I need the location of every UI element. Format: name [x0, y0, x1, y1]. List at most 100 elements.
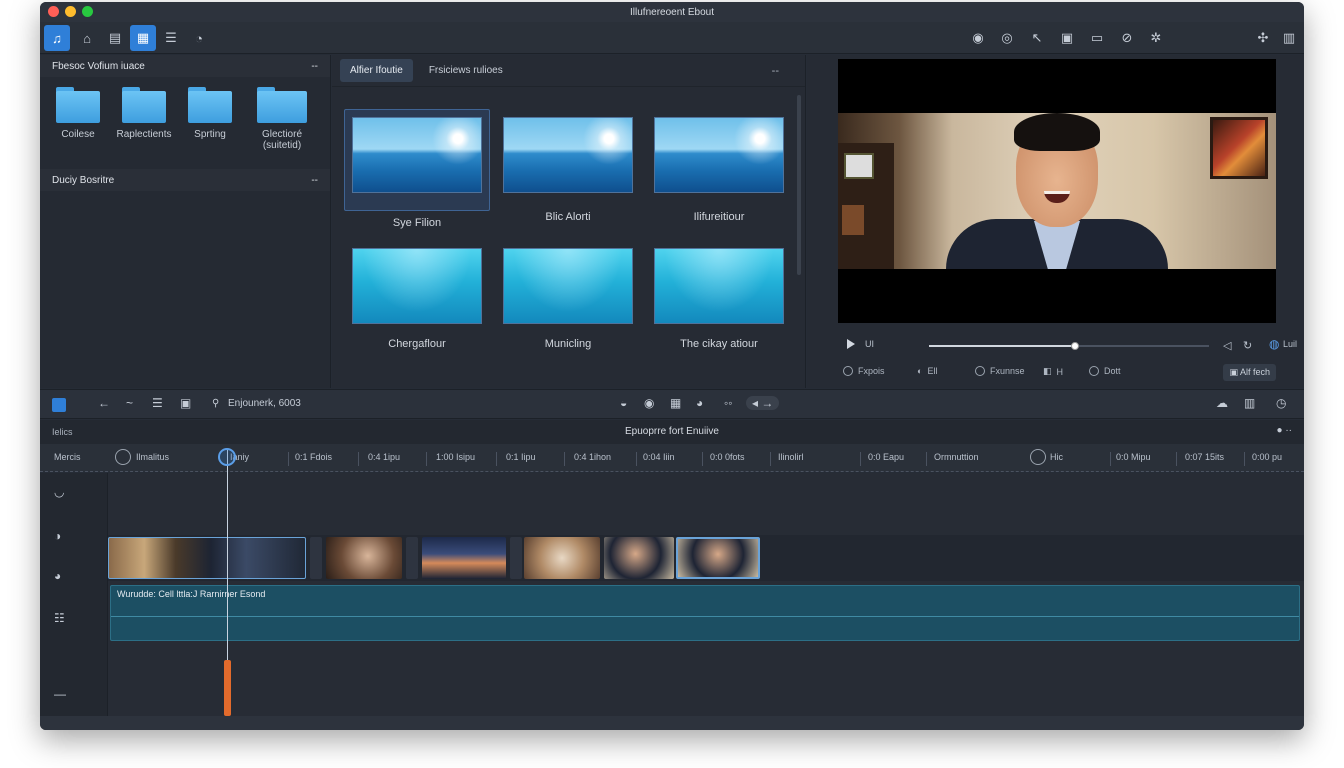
- link-icon[interactable]: ⊘: [1114, 25, 1140, 51]
- video-clip[interactable]: [326, 537, 402, 579]
- window-controls: [48, 6, 93, 17]
- option-misc-2[interactable]: ◧ H: [1043, 366, 1063, 377]
- save-icon[interactable]: ▥: [1244, 396, 1255, 410]
- tab-effects[interactable]: Alfier Ifoutie: [340, 59, 413, 82]
- collapse-icon[interactable]: —: [54, 687, 66, 701]
- folder-item[interactable]: Glectioré (suitetid): [252, 87, 312, 151]
- gear-icon[interactable]: ✲: [1143, 25, 1169, 51]
- loop-icon[interactable]: ◍: [1269, 337, 1279, 351]
- thumbnail-image: [352, 248, 482, 324]
- preview-scrubber[interactable]: [929, 342, 1209, 350]
- video-clip[interactable]: [422, 537, 506, 579]
- globe-icon[interactable]: ◉: [965, 25, 991, 51]
- timeline-info-icon[interactable]: ● ··: [1277, 425, 1292, 436]
- apply-button[interactable]: ▣ Alf fech: [1223, 364, 1276, 381]
- effect-thumbnail[interactable]: Ilifureitiour: [654, 117, 784, 223]
- edit-icon[interactable]: ▣: [1054, 25, 1080, 51]
- library-section-menu-button[interactable]: --: [311, 61, 318, 72]
- list-icon[interactable]: ☰: [158, 25, 184, 51]
- playhead-marker[interactable]: [224, 660, 231, 716]
- zoom-window-button[interactable]: [82, 6, 93, 17]
- timeline-mode-icon[interactable]: [52, 398, 66, 412]
- forward-icon[interactable]: ◂ →: [746, 396, 780, 410]
- timeline-footer: [40, 716, 1304, 730]
- effect-thumbnail[interactable]: Municling: [503, 248, 633, 350]
- close-window-button[interactable]: [48, 6, 59, 17]
- minus-icon[interactable]: ~: [126, 396, 133, 410]
- background-shelf: [838, 143, 894, 269]
- music-icon[interactable]: ♫: [44, 25, 70, 51]
- shapes-icon[interactable]: ⌂: [74, 25, 100, 51]
- refresh-icon[interactable]: ↻: [1243, 339, 1252, 352]
- video-clip[interactable]: [524, 537, 600, 579]
- list-icon[interactable]: ☰: [152, 396, 163, 410]
- effect-thumbnail[interactable]: Sye Filion: [352, 117, 482, 229]
- option-exclude[interactable]: Fxunnse: [975, 366, 1025, 376]
- undo-icon[interactable]: ←: [98, 396, 110, 410]
- ruler-marker-icon[interactable]: [115, 449, 131, 465]
- library-section-menu-button[interactable]: --: [311, 175, 318, 186]
- folder-item[interactable]: Raplectients: [114, 87, 174, 140]
- search-icon[interactable]: ⚲: [212, 398, 219, 409]
- audio-icon[interactable]: ◕: [54, 569, 61, 583]
- radio-button[interactable]: [975, 366, 985, 376]
- audio-track-label: Wurudde: Cell lttla:J Rarnirner Esond: [117, 589, 266, 599]
- video-clip[interactable]: [108, 537, 306, 579]
- option-dott[interactable]: Dott: [1089, 366, 1121, 376]
- option-misc-1[interactable]: ◐ Ell: [917, 366, 937, 376]
- ruler-marker-icon[interactable]: [1030, 449, 1046, 465]
- bell-icon[interactable]: ◔: [186, 25, 212, 51]
- audio-track-divider: [111, 616, 1299, 617]
- circle-icon[interactable]: ◉: [644, 396, 654, 410]
- dots-icon[interactable]: ◦◦: [724, 396, 733, 410]
- clip-icon[interactable]: ◒: [620, 396, 627, 410]
- timeline-header: Ielics Epuoprre fort Enuiive ● ··: [40, 420, 1304, 444]
- thumbnail-caption: Blic Alorti: [545, 211, 591, 223]
- audio-track[interactable]: Wurudde: Cell lttla:J Rarnirner Esond: [110, 585, 1300, 641]
- cursor-icon[interactable]: ↖: [1024, 25, 1050, 51]
- radio-button[interactable]: [1089, 366, 1099, 376]
- book-icon[interactable]: ▤: [102, 25, 128, 51]
- scrubber-handle[interactable]: [1070, 342, 1079, 350]
- radio-button[interactable]: [843, 366, 853, 376]
- folder-grid: Coilese Raplectients Sprting Glectioré (…: [40, 77, 330, 169]
- effect-thumbnail[interactable]: Blic Alorti: [503, 117, 633, 223]
- scrubber-fill: [929, 345, 1075, 347]
- folder-item[interactable]: Coilese: [48, 87, 108, 140]
- folder-label: Glectioré (suitetid): [261, 129, 302, 151]
- calendar-icon[interactable]: ▣: [180, 396, 191, 410]
- ruler-label: Ilmalitus: [136, 452, 170, 462]
- option-export[interactable]: Fxpois: [843, 366, 885, 376]
- effect-thumbnail[interactable]: The cikay atiour: [654, 248, 784, 350]
- folder-item[interactable]: Sprting: [180, 87, 240, 140]
- image-icon[interactable]: ▭: [1084, 25, 1110, 51]
- ruler-label: Ormnuttion: [934, 452, 979, 462]
- media-icon[interactable]: ▦: [130, 25, 156, 51]
- playhead-handle[interactable]: [218, 448, 236, 466]
- settings-icon[interactable]: ☷: [54, 611, 65, 625]
- video-clip-selected[interactable]: [676, 537, 760, 579]
- adjust-icon: ◐: [917, 366, 923, 376]
- folder-icon: [257, 87, 307, 123]
- eye-icon[interactable]: ◎: [994, 25, 1020, 51]
- thumbnail-caption: Sye Filion: [392, 217, 442, 229]
- sparkle-icon[interactable]: ✣: [1250, 25, 1276, 51]
- effect-thumbnail[interactable]: Chergaflour: [352, 248, 482, 350]
- magnet-icon[interactable]: ◡: [54, 485, 64, 499]
- grid-icon[interactable]: ▦: [670, 396, 681, 410]
- timeline-search-text[interactable]: Enjounerk, 6003: [228, 398, 301, 409]
- sync-icon[interactable]: ◑: [54, 529, 61, 543]
- effects-scrollbar[interactable]: [797, 95, 801, 275]
- history-icon[interactable]: ◷: [1276, 396, 1286, 410]
- tab-presets[interactable]: Frsiciews rulioes: [419, 59, 513, 82]
- play-icon[interactable]: [847, 339, 855, 349]
- option-label: Dott: [1104, 366, 1121, 376]
- video-preview[interactable]: [838, 59, 1276, 323]
- volume-icon[interactable]: ◁: [1223, 339, 1231, 352]
- video-clip[interactable]: [604, 537, 674, 579]
- color-icon[interactable]: ◕: [696, 396, 703, 410]
- trash-icon[interactable]: ▥: [1276, 25, 1302, 51]
- minimize-window-button[interactable]: [65, 6, 76, 17]
- effects-menu-button[interactable]: --: [772, 65, 779, 77]
- cloud-icon[interactable]: ☁: [1216, 396, 1228, 410]
